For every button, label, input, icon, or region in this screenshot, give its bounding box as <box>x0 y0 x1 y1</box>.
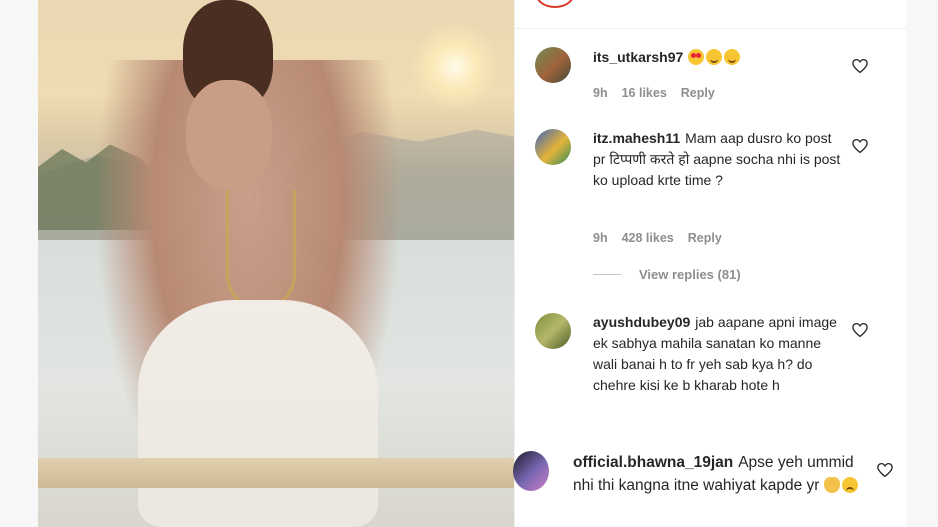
avatar[interactable] <box>513 451 549 491</box>
heart-eyes-emoji-icon <box>688 49 705 65</box>
comment-likes[interactable]: 428 likes <box>622 231 674 245</box>
comment-username[interactable]: ayushdubey09 <box>593 314 690 330</box>
view-replies-button[interactable]: View replies (81) <box>593 267 741 282</box>
heart-outline-icon[interactable] <box>851 321 869 339</box>
comment-likes[interactable]: 16 likes <box>622 86 667 100</box>
avatar[interactable] <box>535 47 571 83</box>
heart-outline-icon[interactable] <box>851 57 869 75</box>
comment-text: its_utkarsh97 <box>593 47 853 68</box>
comment-text: itz.mahesh11 Mam aap dusro ko post pr टिप… <box>593 128 843 191</box>
post-image[interactable] <box>38 0 514 527</box>
right-page-margin <box>906 0 938 527</box>
post-photo-panel <box>0 0 514 527</box>
reply-button[interactable]: Reply <box>688 231 722 245</box>
balcony-railing <box>38 458 514 488</box>
person-dress <box>138 300 378 527</box>
avatar[interactable] <box>535 313 571 349</box>
photo-left-margin <box>0 0 38 527</box>
sad-emoji-icon <box>841 477 858 493</box>
comment-time: 9h <box>593 231 608 245</box>
person-face <box>186 80 272 190</box>
comments-panel[interactable]: its_utkarsh97 9h 16 likes Reply itz.mahesh… <box>513 0 906 527</box>
comment-username[interactable]: itz.mahesh11 <box>593 130 680 146</box>
comment-text: official.bhawna_19jan Apse yeh ummid nhi … <box>573 451 873 497</box>
heart-outline-icon[interactable] <box>851 137 869 155</box>
reply-button[interactable]: Reply <box>681 86 715 100</box>
avatar[interactable] <box>535 129 571 165</box>
necklace <box>226 190 296 310</box>
comment-text: ayushdubey09 jab aapane apni image ek sab… <box>593 312 843 396</box>
sunset-glow <box>410 22 500 112</box>
comment-meta: 9h 428 likes Reply <box>593 231 736 245</box>
view-replies-label: View replies (81) <box>639 267 741 282</box>
smile-emoji-icon <box>706 49 723 65</box>
comment-meta: 9h 16 likes Reply <box>593 86 729 100</box>
comment-username[interactable]: official.bhawna_19jan <box>573 454 733 471</box>
heart-outline-icon[interactable] <box>876 461 894 479</box>
post-author-avatar[interactable] <box>535 0 575 8</box>
comment-time: 9h <box>593 86 608 100</box>
smile-emoji-icon <box>724 49 741 65</box>
header-divider <box>515 28 906 29</box>
clap-emoji-icon <box>823 477 840 493</box>
replies-dash <box>593 274 621 275</box>
comment-username[interactable]: its_utkarsh97 <box>593 49 683 65</box>
